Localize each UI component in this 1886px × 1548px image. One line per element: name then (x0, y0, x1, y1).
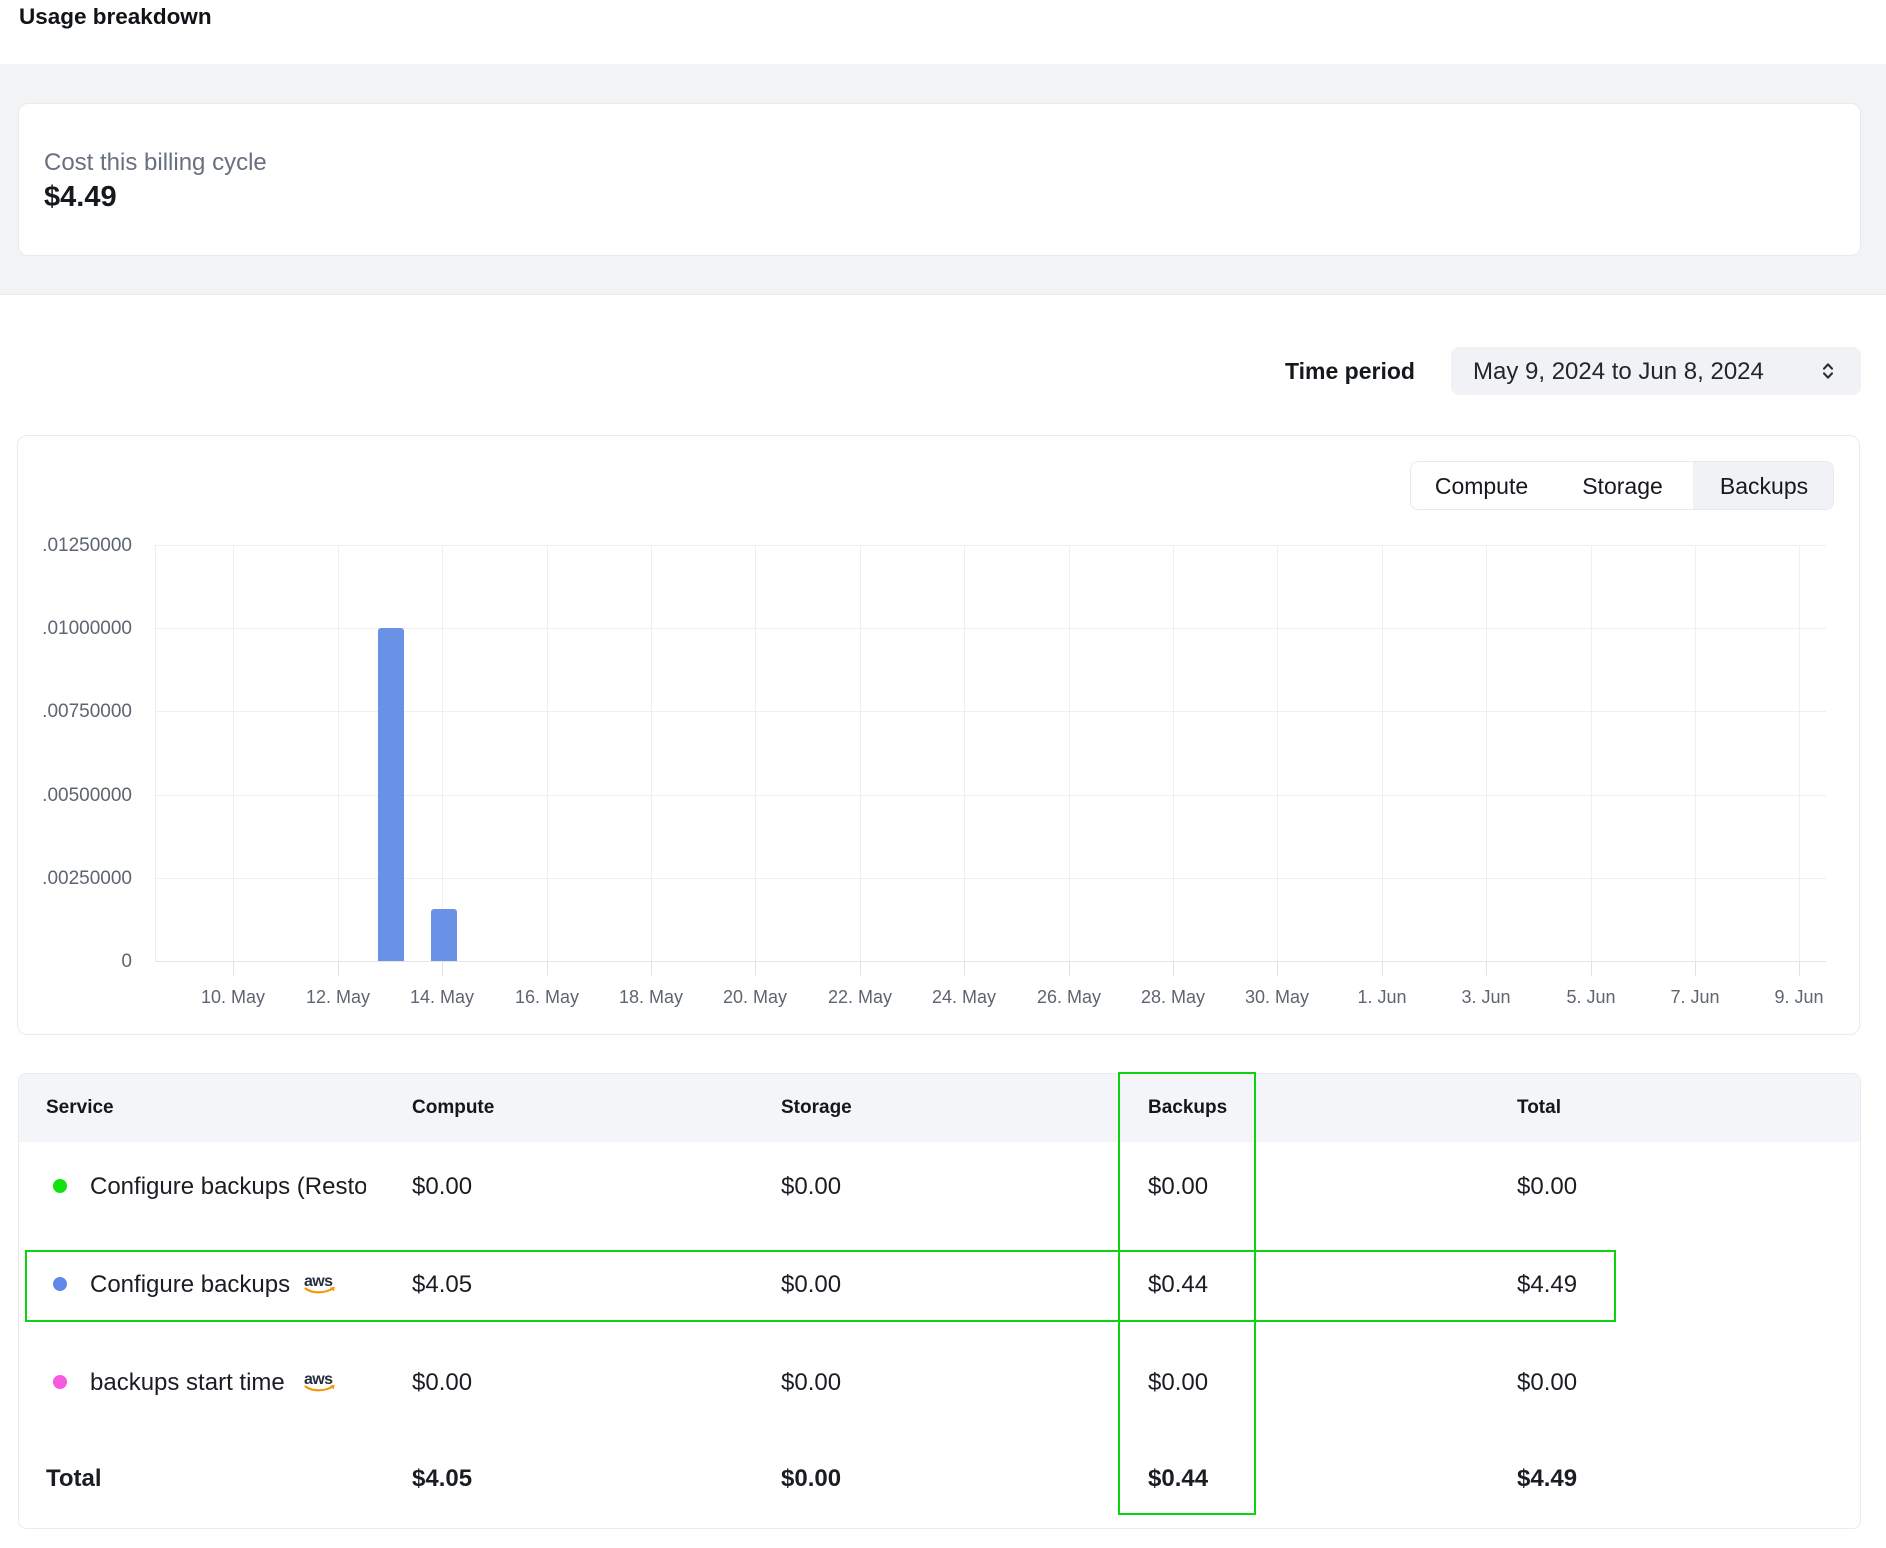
svg-text:aws: aws (304, 1371, 333, 1388)
